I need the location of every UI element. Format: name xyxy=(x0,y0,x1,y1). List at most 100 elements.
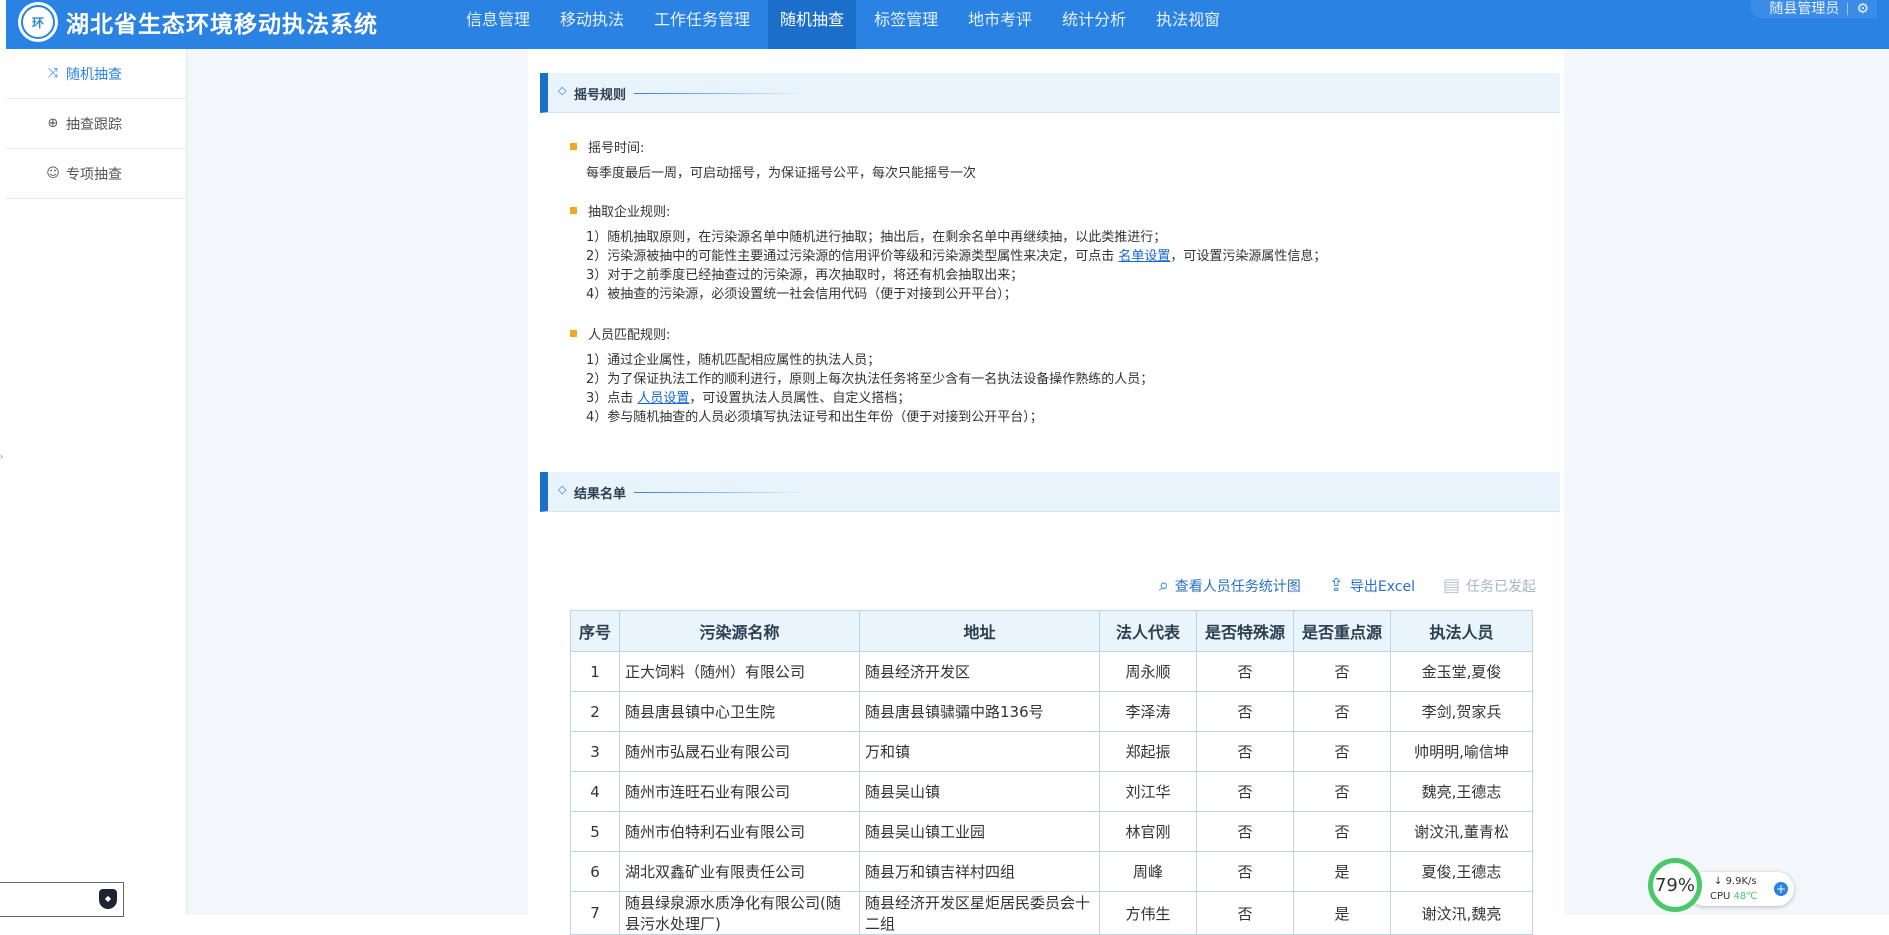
table-cell: 3 xyxy=(570,731,620,772)
table-cell: 随县万和镇吉祥村四组 xyxy=(859,851,1100,892)
nav-item-tasks[interactable]: 工作任务管理 xyxy=(642,0,762,49)
rule-heading-text: 人员匹配规则: xyxy=(588,327,671,343)
nav-item-random[interactable]: 随机抽查 xyxy=(768,0,857,49)
diamond-icon: ◇ xyxy=(558,483,567,496)
col-header: 污染源名称 xyxy=(619,610,860,652)
table-cell: 随州市伯特利石业有限公司 xyxy=(619,811,860,852)
table-cell: 李泽涛 xyxy=(1099,691,1197,732)
rule-heading-personnel: 人员匹配规则: xyxy=(570,324,1470,343)
task-launched-button[interactable]: ▤ 任务已发起 xyxy=(1443,575,1536,596)
app-logo: 环 xyxy=(18,2,58,42)
cpu-readout: CPU 48℃ xyxy=(1710,891,1758,902)
monitor-pill: ↓ 9.9K/s CPU 48℃ + xyxy=(1688,872,1794,906)
personnel-settings-link[interactable]: 人员设置 xyxy=(637,391,689,406)
nav-item-evaluation[interactable]: 地市考评 xyxy=(956,0,1044,49)
table-cell: 郑起振 xyxy=(1099,731,1197,772)
rule-heading-time: 摇号时间: xyxy=(570,137,1470,156)
sidebar-item-label: 抽查跟踪 xyxy=(66,116,122,133)
table-cell: 随县经济开发区 xyxy=(859,651,1100,692)
table-cell: 随县吴山镇 xyxy=(859,771,1100,812)
table-cell: 否 xyxy=(1196,771,1294,812)
target-icon: ⊕ xyxy=(47,116,59,131)
clipboard-icon: ▤ xyxy=(1442,575,1460,596)
rule-line: 1）随机抽取原则，在污染源名单中随机进行抽取；抽出后，在剩余名单中再继续抽，以此… xyxy=(586,230,1167,245)
plus-icon[interactable]: + xyxy=(1774,882,1788,896)
table-cell: 随州市弘晟石业有限公司 xyxy=(619,731,860,772)
rule-heading-company: 抽取企业规则: xyxy=(570,201,1470,220)
table-cell: 否 xyxy=(1196,691,1294,732)
minimized-window[interactable]: ◆ xyxy=(0,882,124,917)
main-panel: ◇ 摇号规则 摇号时间: 每季度最后一周，可启动摇号，为保证摇号公平，每次只能摇… xyxy=(528,49,1564,935)
rule-line: 1）通过企业属性，随机匹配相应属性的执法人员； xyxy=(586,353,881,368)
header-divider xyxy=(634,93,804,94)
table-cell: 随州市连旺石业有限公司 xyxy=(619,771,860,812)
net-speed: ↓ 9.9K/s xyxy=(1714,876,1757,887)
view-stats-button[interactable]: ⌕ 查看人员任务统计图 xyxy=(1159,575,1301,596)
table-body: 1 正大饲料（随州）有限公司 随县经济开发区 周永顺否否金玉堂,夏俊 2 随县唐县镇中心卫… xyxy=(570,651,1533,935)
table-cell: 否 xyxy=(1196,851,1294,892)
table-row: 4 随州市连旺石业有限公司 随县吴山镇 刘江华否否魏亮,王德志 xyxy=(570,771,1533,812)
nav-item-window[interactable]: 执法视窗 xyxy=(1144,0,1232,49)
sidebar-item-label: 专项抽查 xyxy=(66,166,122,183)
results-section-header: ◇ 结果名单 xyxy=(540,472,1560,512)
table-cell: 帅明明,喻信坤 xyxy=(1390,731,1533,772)
button-label: 任务已发起 xyxy=(1466,578,1536,595)
main-nav: 信息管理 移动执法 工作任务管理 随机抽查 标签管理 地市考评 统计分析 执法视… xyxy=(454,0,1238,49)
export-excel-button[interactable]: ⇪ 导出Excel xyxy=(1329,575,1415,596)
rule-text: ，可设置污染源属性信息； xyxy=(1170,249,1327,264)
section-title: 结果名单 xyxy=(574,487,627,502)
rule-line: 每季度最后一周，可启动摇号，为保证摇号公平，每次只能摇号一次 xyxy=(586,166,977,181)
list-settings-link[interactable]: 名单设置 xyxy=(1118,249,1170,264)
table-cell: 谢汶汛,董青松 xyxy=(1390,811,1533,852)
sidebar-item-label: 随机抽查 xyxy=(66,66,122,83)
rule-line: 4）被抽查的污染源，必须设置统一社会信用代码（便于对接到公开平台）； xyxy=(586,287,1017,302)
collapse-arrow-icon[interactable]: › xyxy=(0,452,3,461)
button-label: 导出Excel xyxy=(1349,578,1415,595)
rules-body: 摇号时间: 每季度最后一周，可启动摇号，为保证摇号公平，每次只能摇号一次 抽取企… xyxy=(570,137,1470,427)
bullet-icon xyxy=(570,329,577,337)
sidebar: ⤨ 随机抽查 ⊕ 抽查跟踪 ☺ 专项抽查 xyxy=(6,49,187,915)
gear-icon[interactable]: ⚙ xyxy=(1856,2,1869,16)
table-cell: 否 xyxy=(1196,891,1294,935)
table-cell: 随县绿泉源水质净化有限公司(随县污水处理厂) xyxy=(619,891,860,935)
nav-item-info[interactable]: 信息管理 xyxy=(454,0,542,49)
button-label: 查看人员任务统计图 xyxy=(1174,578,1301,595)
rule-line: 2）为了保证执法工作的顺利进行，原则上每次执法任务将至少含有一名执法设备操作熟练… xyxy=(586,372,1154,387)
nav-item-tags[interactable]: 标签管理 xyxy=(862,0,950,49)
user-name[interactable]: 随县管理员 xyxy=(1769,2,1839,16)
rule-text: 2）污染源被抽中的可能性主要通过污染源的信用评价等级和污染源类型属性来决定，可点… xyxy=(586,249,1119,264)
table-cell: 万和镇 xyxy=(859,731,1100,772)
nav-item-mobile[interactable]: 移动执法 xyxy=(548,0,636,49)
sidebar-item-tracking[interactable]: ⊕ 抽查跟踪 xyxy=(6,99,186,149)
table-header-row: 序号 污染源名称 地址 法人代表 是否特殊源 是否重点源 执法人员 xyxy=(570,610,1533,652)
rule-line: 3）对于之前季度已经抽查过的污染源，再次抽取时，将还有机会抽取出来； xyxy=(586,268,1024,283)
results-toolbar: ⌕ 查看人员任务统计图 ⇪ 导出Excel ▤ 任务已发起 xyxy=(1159,575,1536,596)
col-header: 是否重点源 xyxy=(1293,610,1391,652)
table-cell: 谢汶汛,魏亮 xyxy=(1390,891,1533,935)
nav-item-stats[interactable]: 统计分析 xyxy=(1050,0,1138,49)
rule-heading-text: 抽取企业规则: xyxy=(588,204,671,220)
speed-value: 9.9K/s xyxy=(1725,876,1757,887)
logo-text: 环 xyxy=(31,15,44,30)
table-cell: 正大饲料（随州）有限公司 xyxy=(619,651,860,692)
search-icon: ⌕ xyxy=(1158,575,1169,596)
rule-line: 4）参与随机抽查的人员必须填写执法证号和出生年份（便于对接到公开平台）； xyxy=(586,410,1043,425)
sidebar-item-random[interactable]: ⤨ 随机抽查 xyxy=(6,49,186,99)
col-header: 地址 xyxy=(859,610,1100,652)
sidebar-item-special[interactable]: ☺ 专项抽查 xyxy=(6,149,186,199)
app-title: 湖北省生态环境移动执法系统 xyxy=(66,12,378,38)
usage-percent: 79% xyxy=(1654,874,1695,896)
table-cell: 魏亮,王德志 xyxy=(1390,771,1533,812)
rule-line: 2）污染源被抽中的可能性主要通过污染源的信用评价等级和污染源类型属性来决定，可点… xyxy=(570,247,1470,266)
table-cell: 随县唐县镇骕骦中路136号 xyxy=(859,691,1100,732)
table-cell: 否 xyxy=(1293,811,1391,852)
table-cell: 刘江华 xyxy=(1099,771,1197,812)
rule-text: 3）点击 xyxy=(586,391,638,406)
table-row: 1 正大饲料（随州）有限公司 随县经济开发区 周永顺否否金玉堂,夏俊 xyxy=(570,651,1533,692)
bullet-icon xyxy=(570,142,577,150)
table-cell: 2 xyxy=(570,691,620,732)
system-monitor-widget[interactable]: ↓ 9.9K/s CPU 48℃ + 79% xyxy=(1648,858,1794,912)
table-cell: 否 xyxy=(1196,651,1294,692)
usage-ring: 79% xyxy=(1648,858,1702,912)
table-cell: 否 xyxy=(1293,771,1391,812)
